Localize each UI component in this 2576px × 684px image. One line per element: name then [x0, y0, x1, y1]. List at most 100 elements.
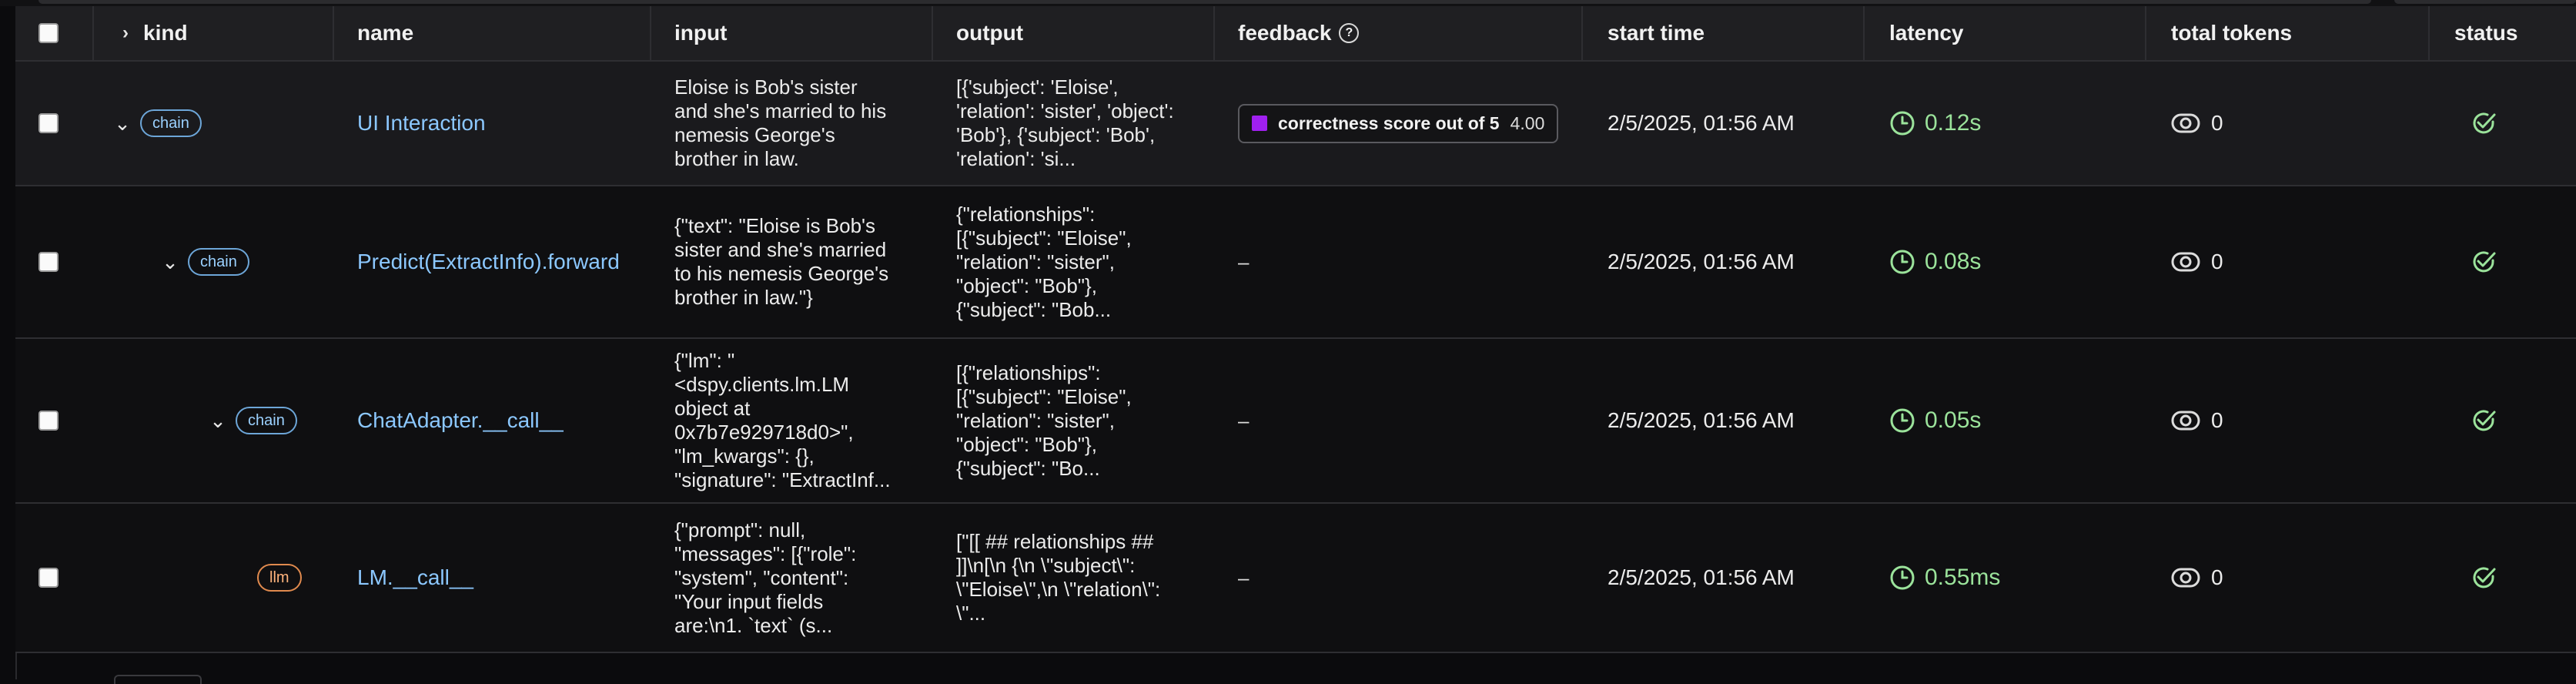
kind-badge: chain — [236, 407, 297, 434]
name-cell: UI Interaction — [357, 62, 486, 185]
span-name-link[interactable]: ChatAdapter.__call__ — [357, 408, 564, 433]
output-cell: {"relationships": [{"subject": "Eloise",… — [956, 186, 1132, 337]
total-tokens-header[interactable]: total tokens — [2171, 6, 2292, 60]
span-name-link[interactable]: LM.__call__ — [357, 565, 473, 590]
row-select-cell[interactable] — [38, 339, 59, 502]
feedback-header-label: feedback — [1238, 21, 1332, 45]
table-row[interactable]: ⌄ chain ChatAdapter.__call__ {"lm": " <d… — [15, 339, 2576, 504]
row-checkbox[interactable] — [38, 113, 59, 133]
latency-cell: 0.55ms — [1889, 504, 2000, 652]
start-time-text: 2/5/2025, 01:56 AM — [1607, 408, 1795, 432]
select-all-checkbox[interactable] — [38, 23, 59, 43]
clock-icon — [1890, 565, 1915, 590]
start-time-text: 2/5/2025, 01:56 AM — [1607, 565, 1795, 589]
status-cell — [2470, 186, 2497, 337]
kind-badge: chain — [188, 248, 249, 276]
tokens-cell: 0 — [2171, 504, 2223, 652]
feedback-swatch — [1252, 116, 1267, 131]
feedback-cell: – — [1238, 186, 1249, 337]
output-text: [{'subject': 'Eloise', 'relation': 'sist… — [956, 75, 1174, 170]
feedback-value: 4.00 — [1510, 112, 1545, 133]
top-strip — [0, 0, 2576, 6]
table-header: › kind name input output feedback ? star… — [15, 6, 2576, 62]
kind-header[interactable]: › kind — [115, 6, 188, 60]
status-cell — [2470, 62, 2497, 185]
token-icon — [2171, 568, 2200, 588]
output-cell: [{'subject': 'Eloise', 'relation': 'sist… — [956, 62, 1174, 185]
feedback-empty: – — [1238, 408, 1250, 432]
name-cell: ChatAdapter.__call__ — [357, 339, 564, 502]
chevron-right-icon[interactable]: › — [115, 22, 135, 44]
span-name-link[interactable]: UI Interaction — [357, 111, 486, 136]
row-checkbox[interactable] — [38, 252, 59, 272]
input-text: {"lm": " <dspy.clients.lm.LM object at 0… — [674, 349, 891, 491]
start-time-header[interactable]: start time — [1607, 6, 1705, 60]
row-checkbox[interactable] — [38, 411, 59, 431]
kind-badge: chain — [140, 109, 202, 137]
feedback-empty: – — [1238, 565, 1250, 589]
chevron-down-icon[interactable]: ⌄ — [160, 250, 180, 274]
name-header[interactable]: name — [357, 6, 413, 60]
check-circle-icon — [2473, 410, 2496, 431]
start-time-cell: 2/5/2025, 01:56 AM — [1607, 186, 1795, 337]
tokens-text: 0 — [2211, 250, 2223, 273]
row-checkbox[interactable] — [38, 568, 59, 588]
table-row[interactable]: ⌄ chain Predict(ExtractInfo).forward {"t… — [15, 186, 2576, 339]
latency-text: 0.05s — [1925, 407, 1982, 433]
top-toolbar-fragment-right — [2394, 0, 2576, 4]
chevron-down-icon[interactable]: ⌄ — [208, 409, 228, 433]
pagination-fragment — [114, 675, 202, 684]
row-select-cell[interactable] — [38, 62, 59, 185]
output-cell: ["[[ ## relationships ## ]]\n[\n {\n \"s… — [956, 504, 1160, 652]
tokens-cell: 0 — [2171, 186, 2223, 337]
input-cell: {"text": "Eloise is Bob's sister and she… — [674, 186, 888, 337]
tokens-cell: 0 — [2171, 339, 2223, 502]
token-icon — [2171, 252, 2200, 272]
input-cell: {"prompt": null, "messages": [{"role": "… — [674, 504, 856, 652]
start-time-text: 2/5/2025, 01:56 AM — [1607, 111, 1795, 135]
kind-cell: ⌄ chain — [160, 186, 249, 337]
input-cell: {"lm": " <dspy.clients.lm.LM object at 0… — [674, 339, 891, 502]
kind-badge: llm — [257, 564, 302, 592]
row-select-cell[interactable] — [38, 504, 59, 652]
feedback-cell: – — [1238, 339, 1249, 502]
status-cell — [2470, 504, 2497, 652]
input-text: Eloise is Bob's sister and she's married… — [674, 75, 887, 170]
clock-icon — [1890, 250, 1915, 274]
status-cell — [2470, 339, 2497, 502]
check-circle-icon — [2473, 112, 2496, 134]
help-icon[interactable]: ? — [1339, 23, 1360, 43]
token-icon — [2171, 411, 2200, 431]
row-select-cell[interactable] — [38, 186, 59, 337]
feedback-empty: – — [1238, 250, 1250, 273]
table-row[interactable]: ⌄ chain UI Interaction Eloise is Bob's s… — [15, 62, 2576, 186]
tokens-text: 0 — [2211, 408, 2223, 432]
feedback-label: correctness score out of 5 — [1278, 112, 1500, 133]
check-circle-icon — [2473, 251, 2496, 273]
output-text: [{"relationships": [{"subject": "Eloise"… — [956, 360, 1132, 480]
input-header[interactable]: input — [674, 6, 727, 60]
latency-cell: 0.12s — [1889, 62, 1981, 185]
name-cell: Predict(ExtractInfo).forward — [357, 186, 620, 337]
latency-header[interactable]: latency — [1889, 6, 1964, 60]
chevron-down-icon[interactable]: ⌄ — [112, 112, 132, 136]
name-cell: LM.__call__ — [357, 504, 473, 652]
status-header[interactable]: status — [2454, 6, 2517, 60]
output-cell: [{"relationships": [{"subject": "Eloise"… — [956, 339, 1132, 502]
input-cell: Eloise is Bob's sister and she's married… — [674, 62, 886, 185]
feedback-pill[interactable]: correctness score out of 5 4.00 — [1238, 103, 1559, 143]
check-circle-icon — [2473, 567, 2496, 588]
output-header[interactable]: output — [956, 6, 1023, 60]
clock-icon — [1890, 111, 1915, 136]
clock-icon — [1890, 408, 1915, 433]
feedback-header[interactable]: feedback ? — [1238, 6, 1360, 60]
feedback-cell: – — [1238, 504, 1249, 652]
kind-cell: llm — [257, 504, 302, 652]
kind-cell: ⌄ chain — [208, 339, 297, 502]
start-time-cell: 2/5/2025, 01:56 AM — [1607, 62, 1795, 185]
span-name-link[interactable]: Predict(ExtractInfo).forward — [357, 250, 620, 274]
kind-header-label: kind — [143, 21, 188, 45]
table-row[interactable]: llm LM.__call__ {"prompt": null, "messag… — [15, 504, 2576, 653]
tokens-text: 0 — [2211, 565, 2223, 589]
select-all-cell[interactable] — [38, 6, 59, 60]
